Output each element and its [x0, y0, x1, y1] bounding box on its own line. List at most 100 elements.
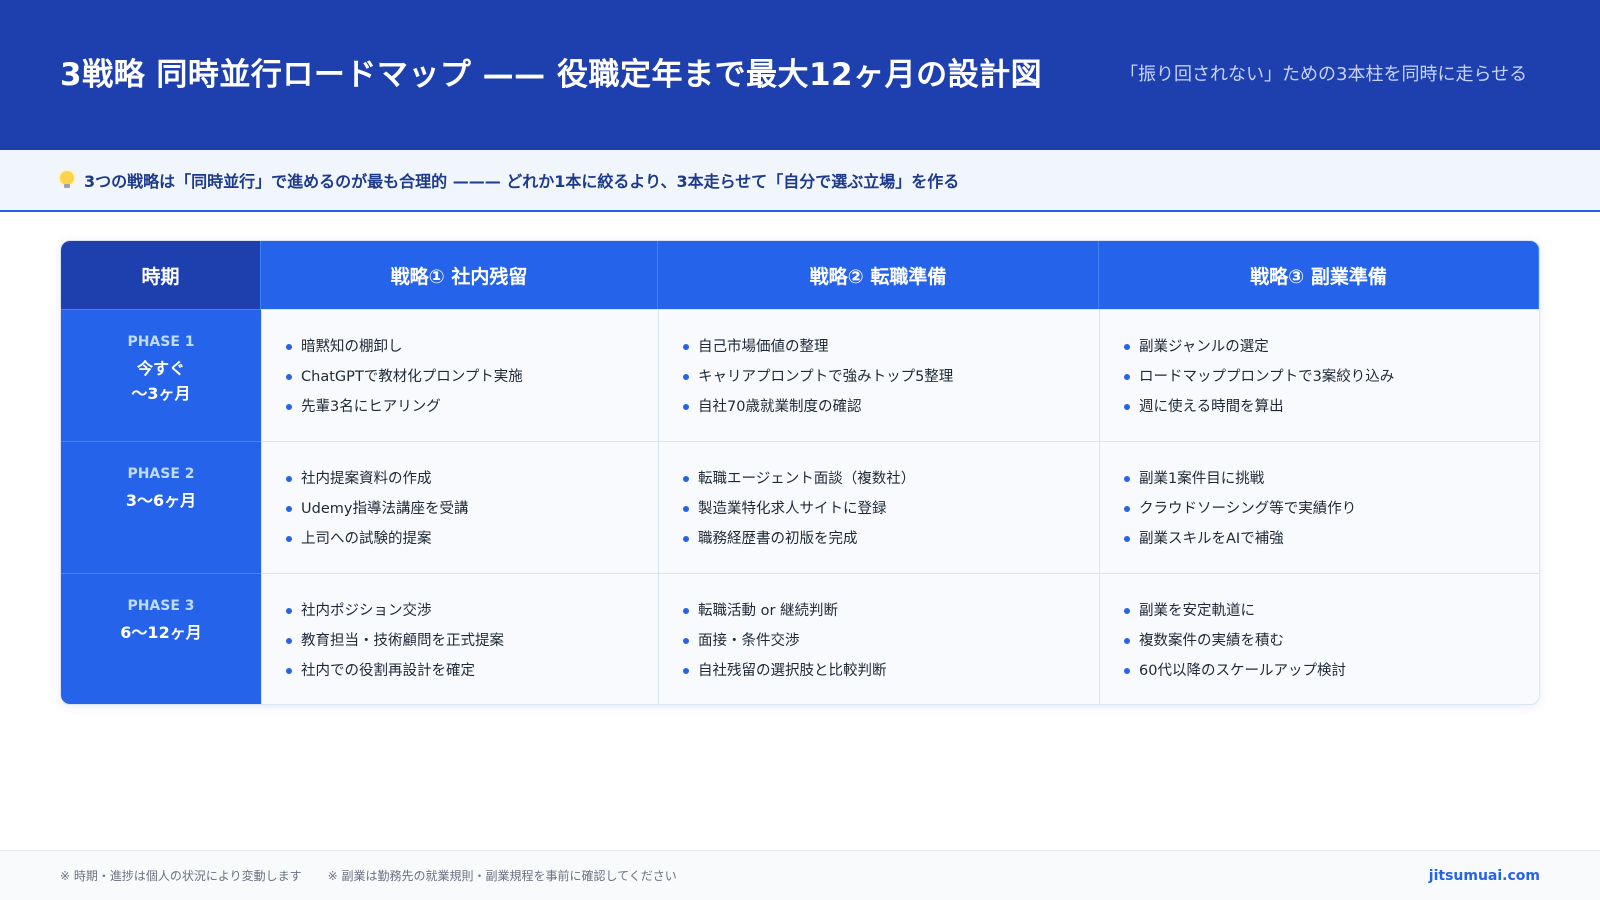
list-item: 職務経歴書の初版を完成 — [683, 524, 1075, 554]
list-item-text: 副業スキルをAIで補強 — [1139, 531, 1284, 547]
list-item-text: 副業1案件目に挑戦 — [1139, 471, 1265, 487]
bullet-dot — [1124, 668, 1130, 674]
bullet-dot — [683, 638, 689, 644]
list-item: 暗黙知の棚卸し — [286, 332, 634, 362]
phase-2-strategy-1: 社内提案資料の作成 Udemy指導法講座を受講 上司への試験的提案 — [261, 441, 658, 573]
brand-link[interactable]: jitsumuai.com — [1429, 868, 1540, 884]
bullet-dot — [286, 374, 292, 380]
phase-1-strategy-1: 暗黙知の棚卸し ChatGPTで教材化プロンプト実施 先輩3名にヒアリング — [261, 309, 658, 441]
key-message-text: 3つの戦略は「同時並行」で進めるのが最も合理的 ——— どれか1本に絞るより、3… — [84, 172, 960, 191]
phase-label: PHASE 3 — [127, 598, 195, 614]
list-item: Udemy指導法講座を受講 — [286, 494, 634, 524]
phase-2-strategy-2: 転職エージェント面談（複数社） 製造業特化求人サイトに登録 職務経歴書の初版を完… — [658, 441, 1099, 573]
header-strategy-3: 戦略③ 副業準備 — [1099, 241, 1539, 309]
page-subtitle: 「振り回されない」ための3本柱を同時に走らせる — [1120, 64, 1528, 85]
bullet-dot — [683, 344, 689, 350]
bullet-dot — [1124, 638, 1130, 644]
list-item: キャリアプロンプトで強みトップ5整理 — [683, 362, 1075, 392]
phase-3-cell: PHASE 3 6〜12ヶ月 — [61, 573, 261, 704]
phase-range-line: 6〜12ヶ月 — [120, 623, 202, 642]
list-item-text: 複数案件の実績を積む — [1139, 633, 1284, 649]
header-period: 時期 — [61, 241, 261, 309]
list-item: ロードマッププロンプトで3案絞り込み — [1124, 362, 1515, 392]
bullet-dot — [1124, 374, 1130, 380]
list-item-text: ロードマッププロンプトで3案絞り込み — [1139, 369, 1395, 385]
bullet-dot — [1124, 344, 1130, 350]
list-item: 複数案件の実績を積む — [1124, 626, 1515, 656]
phase-1-strategy-3: 副業ジャンルの選定 ロードマッププロンプトで3案絞り込み 週に使える時間を算出 — [1099, 309, 1539, 441]
bullet-dot — [683, 476, 689, 482]
bullet-dot — [1124, 476, 1130, 482]
list-item: 製造業特化求人サイトに登録 — [683, 494, 1075, 524]
list-item-text: 職務経歴書の初版を完成 — [698, 531, 858, 547]
list-item: 自社残留の選択肢と比較判断 — [683, 656, 1075, 686]
bullet-dot — [1124, 404, 1130, 410]
phase-range: 今すぐ 〜3ヶ月 — [131, 356, 190, 406]
list-item-text: 副業ジャンルの選定 — [1139, 339, 1269, 355]
list-item: 社内提案資料の作成 — [286, 464, 634, 494]
list-item: ChatGPTで教材化プロンプト実施 — [286, 362, 634, 392]
lightbulb-icon — [60, 171, 74, 188]
list-item: クラウドソーシング等で実績作り — [1124, 494, 1515, 524]
footer: ※ 時期・進捗は個人の状況により変動します ※ 副業は勤務先の就業規則・副業規程… — [0, 850, 1600, 900]
list-item-text: 製造業特化求人サイトに登録 — [698, 501, 887, 517]
phase-3-strategy-1: 社内ポジション交渉 教育担当・技術顧問を正式提案 社内での役割再設計を確定 — [261, 573, 658, 704]
phase-2-cell: PHASE 2 3〜6ヶ月 — [61, 441, 261, 573]
phase-range-line: 3〜6ヶ月 — [125, 491, 197, 510]
bullet-dot — [286, 476, 292, 482]
list-item: 上司への試験的提案 — [286, 524, 634, 554]
bullet-dot — [286, 506, 292, 512]
phase-range: 6〜12ヶ月 — [120, 620, 201, 645]
list-item: 自社70歳就業制度の確認 — [683, 392, 1075, 422]
bullet-dot — [286, 608, 292, 614]
list-item-text: クラウドソーシング等で実績作り — [1139, 501, 1357, 517]
list-item-text: 社内ポジション交渉 — [301, 603, 432, 619]
footer-note: ※ 副業は勤務先の就業規則・副業規程を事前に確認してください — [327, 869, 677, 883]
phase-1-cell: PHASE 1 今すぐ 〜3ヶ月 — [61, 309, 261, 441]
phase-label: PHASE 2 — [127, 466, 195, 482]
list-item-text: 副業を安定軌道に — [1139, 603, 1255, 619]
list-item-text: 自己市場価値の整理 — [698, 339, 829, 355]
bullet-dot — [286, 668, 292, 674]
bullet-dot — [683, 506, 689, 512]
list-item-text: 教育担当・技術顧問を正式提案 — [301, 633, 504, 649]
phase-1-strategy-2: 自己市場価値の整理 キャリアプロンプトで強みトップ5整理 自社70歳就業制度の確… — [658, 309, 1099, 441]
list-item-text: 社内での役割再設計を確定 — [301, 663, 475, 679]
list-item: 先輩3名にヒアリング — [286, 392, 634, 422]
bullet-dot — [1124, 536, 1130, 542]
list-item-text: 先輩3名にヒアリング — [301, 399, 441, 415]
bullet-dot — [683, 536, 689, 542]
list-item: 副業スキルをAIで補強 — [1124, 524, 1515, 554]
bullet-dot — [286, 638, 292, 644]
phase-label: PHASE 1 — [127, 334, 195, 350]
footer-note: ※ 時期・進捗は個人の状況により変動します — [60, 869, 302, 883]
roadmap-table: 時期 戦略① 社内残留 戦略② 転職準備 戦略③ 副業準備 PHASE 1 今す… — [60, 240, 1540, 705]
list-item-text: キャリアプロンプトで強みトップ5整理 — [698, 369, 954, 385]
phase-2-strategy-3: 副業1案件目に挑戦 クラウドソーシング等で実績作り 副業スキルをAIで補強 — [1099, 441, 1539, 573]
list-item: 面接・条件交渉 — [683, 626, 1075, 656]
bullet-dot — [1124, 506, 1130, 512]
phase-range: 3〜6ヶ月 — [126, 488, 196, 513]
bullet-dot — [1124, 608, 1130, 614]
list-item: 教育担当・技術顧問を正式提案 — [286, 626, 634, 656]
list-item: 副業1案件目に挑戦 — [1124, 464, 1515, 494]
list-item-text: 面接・条件交渉 — [698, 633, 800, 649]
bullet-dot — [683, 374, 689, 380]
list-item: 社内での役割再設計を確定 — [286, 656, 634, 686]
bullet-dot — [286, 344, 292, 350]
list-item: 転職エージェント面談（複数社） — [683, 464, 1075, 494]
list-item-text: ChatGPTで教材化プロンプト実施 — [301, 369, 523, 385]
list-item: 転職活動 or 継続判断 — [683, 596, 1075, 626]
phase-3-strategy-2: 転職活動 or 継続判断 面接・条件交渉 自社残留の選択肢と比較判断 — [658, 573, 1099, 704]
list-item-text: 転職活動 or 継続判断 — [698, 603, 839, 619]
bullet-dot — [286, 404, 292, 410]
list-item-text: 自社70歳就業制度の確認 — [698, 399, 862, 415]
bullet-dot — [683, 608, 689, 614]
header-strategy-2: 戦略② 転職準備 — [658, 241, 1099, 309]
header-strategy-1: 戦略① 社内残留 — [261, 241, 658, 309]
phase-range-line: 〜3ヶ月 — [131, 384, 191, 403]
bullet-dot — [683, 668, 689, 674]
list-item: 60代以降のスケールアップ検討 — [1124, 656, 1515, 686]
phase-3-strategy-3: 副業を安定軌道に 複数案件の実績を積む 60代以降のスケールアップ検討 — [1099, 573, 1539, 704]
list-item: 週に使える時間を算出 — [1124, 392, 1515, 422]
